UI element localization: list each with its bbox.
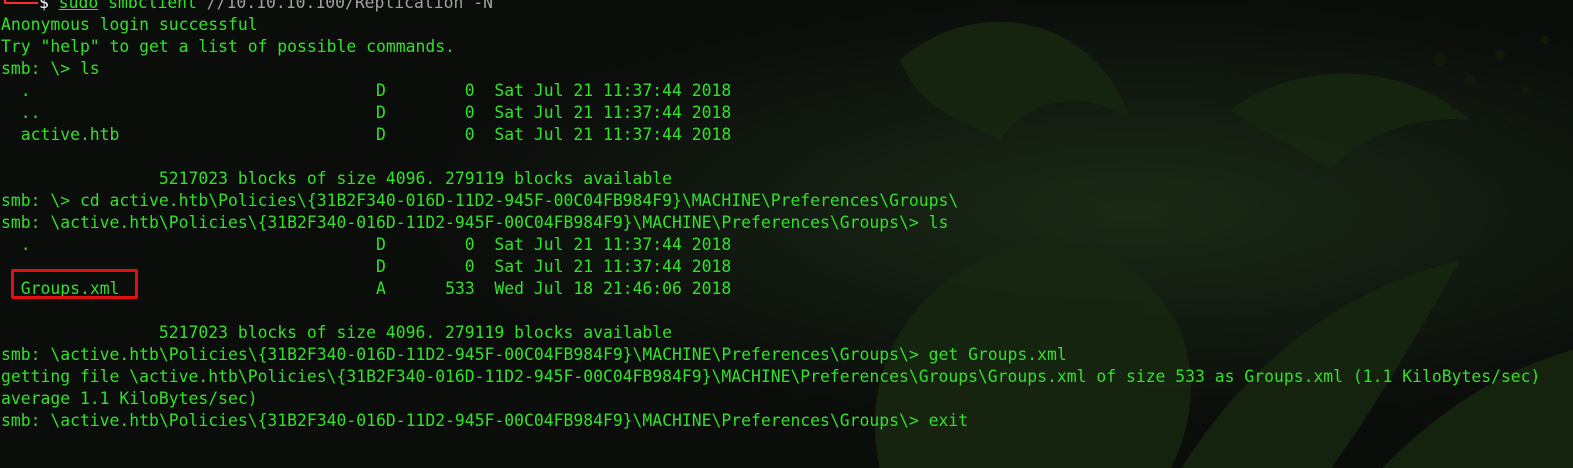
command-prompt-line: $ sudo smbclient //10.10.10.100/Replicat… <box>1 0 1540 14</box>
program-name: smbclient <box>108 0 197 12</box>
output-line: average 1.1 KiloBytes/sec) <box>1 389 258 408</box>
blocks-info: 5217023 blocks of size 4096. 279119 bloc… <box>1 169 673 188</box>
smb-command-line: smb: \active.htb\Policies\{31B2F340-016D… <box>1 213 949 232</box>
blocks-info: 5217023 blocks of size 4096. 279119 bloc… <box>1 323 673 342</box>
sudo-command: sudo <box>58 0 99 12</box>
smb-command-line: smb: \active.htb\Policies\{31B2F340-016D… <box>1 345 1067 364</box>
file-details: A 533 Wed Jul 18 21:46:06 2018 <box>119 279 732 298</box>
prompt-corner-icon <box>1 0 39 14</box>
directory-row: .. D 0 Sat Jul 21 11:37:44 2018 <box>1 257 732 276</box>
directory-row: . D 0 Sat Jul 21 11:37:44 2018 <box>1 235 732 254</box>
smb-command-line: smb: \> ls <box>1 59 100 78</box>
smb-command-line: smb: \> cd active.htb\Policies\{31B2F340… <box>1 191 959 210</box>
output-line: Try "help" to get a list of possible com… <box>1 37 455 56</box>
no-pass-flag: -N <box>473 0 493 12</box>
directory-row: active.htb D 0 Sat Jul 21 11:37:44 2018 <box>1 125 732 144</box>
highlighted-filename: Groups.xml <box>20 279 120 298</box>
directory-row: .. D 0 Sat Jul 21 11:37:44 2018 <box>1 103 732 122</box>
output-line: getting file \active.htb\Policies\{31B2F… <box>1 367 1541 386</box>
share-path: //10.10.10.100/Replication <box>206 0 464 12</box>
terminal-output: $ sudo smbclient //10.10.10.100/Replicat… <box>1 0 1540 432</box>
directory-row-groups-xml: Groups.xml A 533 Wed Jul 18 21:46:06 201… <box>1 278 1540 300</box>
smb-command-line: smb: \active.htb\Policies\{31B2F340-016D… <box>1 411 969 430</box>
directory-row: . D 0 Sat Jul 21 11:37:44 2018 <box>1 81 732 100</box>
prompt-symbol: $ <box>39 0 49 12</box>
output-line: Anonymous login successful <box>1 15 258 34</box>
